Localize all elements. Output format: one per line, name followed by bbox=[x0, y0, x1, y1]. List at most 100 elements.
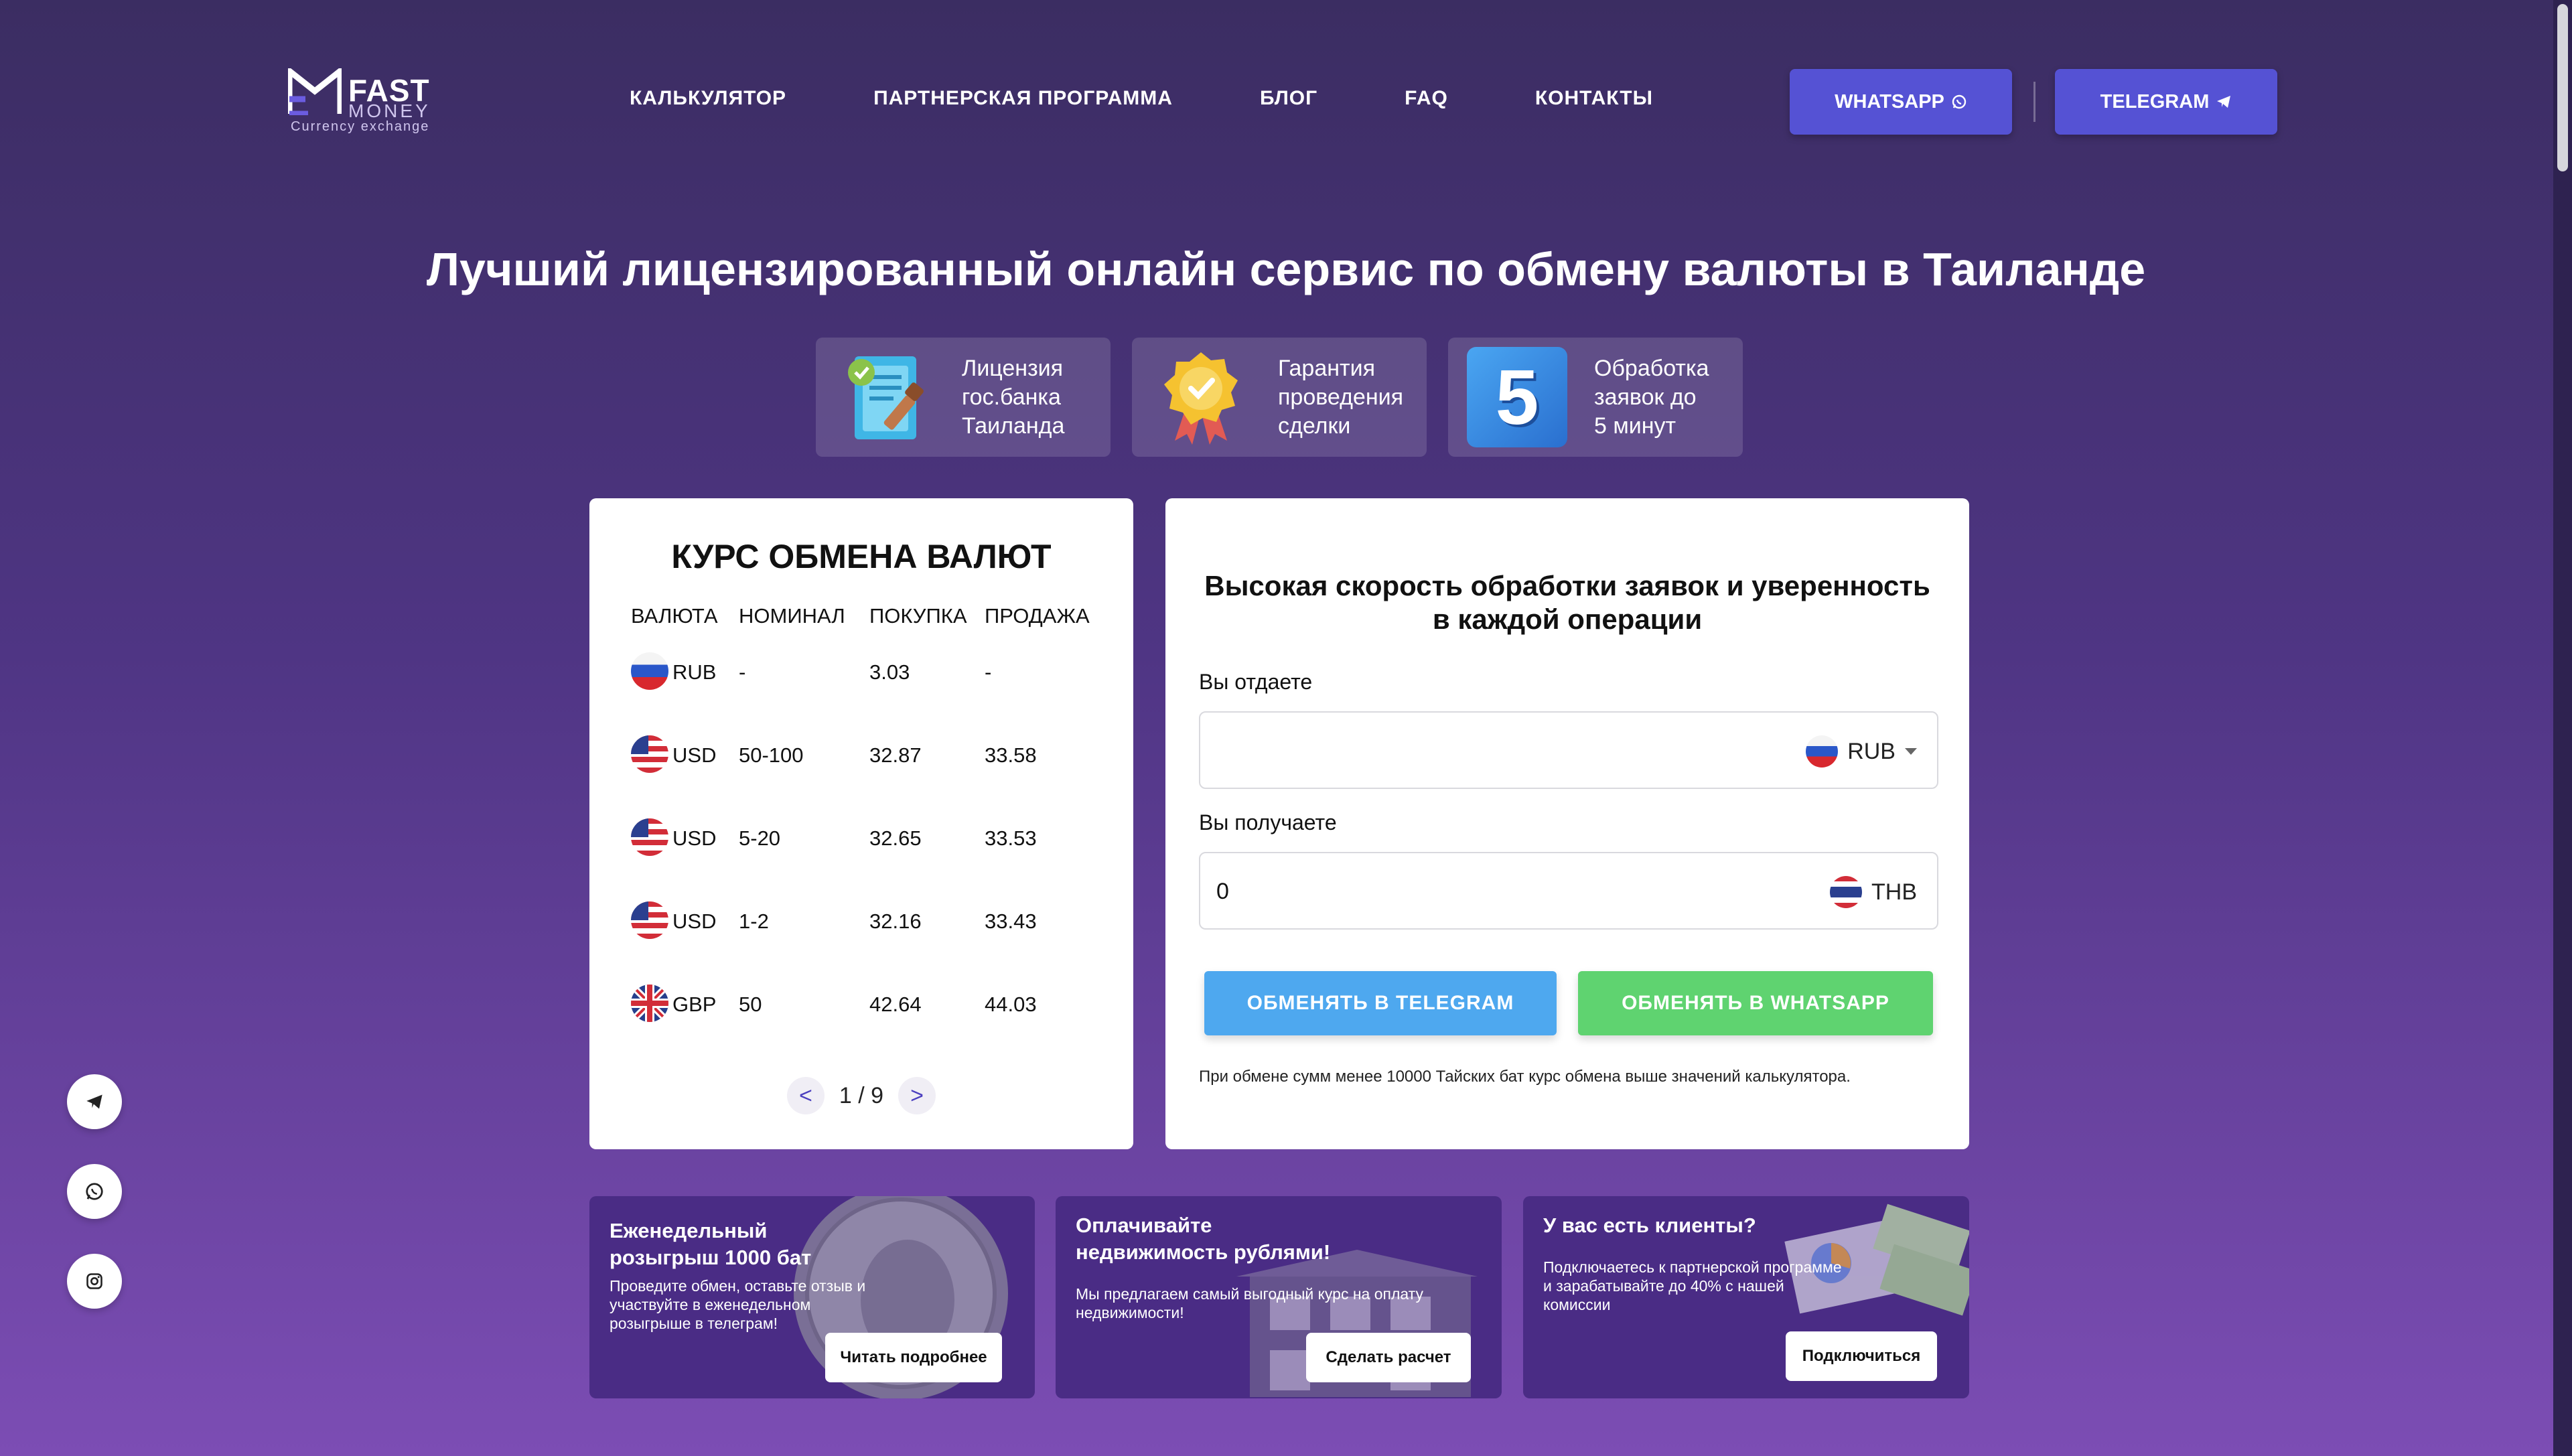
pager-prev-button[interactable]: < bbox=[786, 1077, 825, 1114]
rate-code: RUB bbox=[672, 660, 717, 684]
main-nav: КАЛЬКУЛЯТОР ПАРТНЕРСКАЯ ПРОГРАММА БЛОГ F… bbox=[630, 87, 1653, 110]
number-five-value: 5 bbox=[1495, 354, 1539, 441]
rates-table-header: ВАЛЮТА НОМИНАЛ ПОКУПКА ПРОДАЖА bbox=[589, 604, 1133, 631]
header-divider bbox=[2033, 82, 2035, 122]
telegram-icon bbox=[2217, 96, 2231, 108]
whatsapp-icon bbox=[1952, 94, 1967, 109]
header-currency: ВАЛЮТА bbox=[631, 604, 718, 628]
rate-row: GBP 50 42.64 44.03 bbox=[589, 980, 1133, 1027]
rate-buy: 42.64 bbox=[869, 993, 922, 1016]
feature-speed-text: Обработка заявок до 5 минут bbox=[1594, 354, 1709, 441]
promo-real-estate-title-line-2: недвижимость рублями! bbox=[1076, 1240, 1331, 1264]
feature-speed-line-2: заявок до bbox=[1594, 384, 1697, 410]
rate-buy: 32.16 bbox=[869, 909, 922, 933]
header-buy: ПОКУПКА bbox=[869, 604, 967, 628]
promo-weekly-text-line-1: Проведите обмен, оставьте отзыв и bbox=[610, 1277, 866, 1295]
nav-blog[interactable]: БЛОГ bbox=[1260, 87, 1317, 110]
nav-partner-program[interactable]: ПАРТНЕРСКАЯ ПРОГРАММА bbox=[873, 87, 1173, 110]
rate-sell: 33.43 bbox=[985, 909, 1037, 933]
exchange-telegram-button[interactable]: ОБМЕНЯТЬ В TELEGRAM bbox=[1204, 971, 1557, 1035]
rate-code: USD bbox=[672, 826, 717, 850]
brand-logo[interactable]: FAST MONEY Currency exchange bbox=[288, 66, 442, 139]
flag-us-icon bbox=[631, 818, 668, 856]
rate-nominal: 50 bbox=[739, 993, 762, 1016]
promo-partners-title: У вас есть клиенты? bbox=[1543, 1212, 1756, 1239]
telegram-icon bbox=[86, 1094, 102, 1109]
promo-real-estate-text-line-2: недвижимости! bbox=[1076, 1304, 1184, 1321]
feature-list: Лицензия гос.банка Таиланда Гарантия про… bbox=[816, 338, 1743, 457]
promo-partners-text-line-3: комиссии bbox=[1543, 1296, 1611, 1313]
feature-guarantee-line-2: проведения bbox=[1278, 384, 1403, 410]
rate-sell: - bbox=[985, 660, 992, 684]
header-whatsapp-button[interactable]: WHATSAPP bbox=[1790, 69, 2012, 135]
promo-partners-button[interactable]: Подключиться bbox=[1786, 1331, 1937, 1381]
rates-title: КУРС ОБМЕНА ВАЛЮТ bbox=[671, 538, 1052, 575]
header-sell: ПРОДАЖА bbox=[985, 604, 1090, 628]
promo-weekly-text-line-2: участвуйте в еженедельном bbox=[610, 1296, 811, 1313]
header-telegram-button[interactable]: TELEGRAM bbox=[2055, 69, 2277, 135]
feature-license-line-1: Лицензия bbox=[962, 355, 1064, 381]
exchange-whatsapp-button[interactable]: ОБМЕНЯТЬ В WHATSAPP bbox=[1578, 971, 1933, 1035]
rates-pagination: < 1 / 9 > bbox=[589, 1077, 1133, 1114]
calculator-title: Высокая скорость обработки заявок и увер… bbox=[1204, 570, 1930, 635]
whatsapp-icon bbox=[86, 1183, 103, 1200]
instagram-icon bbox=[86, 1273, 102, 1289]
feature-license-text: Лицензия гос.банка Таиланда bbox=[962, 354, 1064, 441]
nav-calculator[interactable]: КАЛЬКУЛЯТОР bbox=[630, 87, 786, 110]
promo-real-estate-button[interactable]: Сделать расчет bbox=[1306, 1333, 1471, 1382]
scrollbar-thumb[interactable] bbox=[2557, 4, 2568, 171]
get-amount-value: 0 bbox=[1216, 879, 1229, 904]
promo-real-estate-text: Мы предлагаем самый выгодный курс на опл… bbox=[1076, 1285, 1423, 1322]
give-amount-input[interactable]: RUB bbox=[1199, 711, 1938, 789]
feature-speed: 5 Обработка заявок до 5 минут bbox=[1448, 338, 1743, 457]
number-five-icon: 5 bbox=[1467, 347, 1567, 447]
feature-guarantee-line-3: сделки bbox=[1278, 413, 1351, 439]
rate-sell: 33.53 bbox=[985, 826, 1037, 850]
feature-guarantee: Гарантия проведения сделки bbox=[1132, 338, 1427, 457]
brand-tagline: Currency exchange bbox=[291, 119, 430, 134]
rate-code: USD bbox=[672, 909, 717, 933]
side-telegram-button[interactable] bbox=[67, 1074, 122, 1129]
give-currency-code: RUB bbox=[1847, 738, 1896, 764]
nav-faq[interactable]: FAQ bbox=[1405, 87, 1448, 110]
promo-partners-text-line-1: Подключаетесь к партнерской программе bbox=[1543, 1258, 1842, 1276]
promo-weekly-text: Проведите обмен, оставьте отзыв и участв… bbox=[610, 1277, 865, 1333]
feature-license-line-2: гос.банка bbox=[962, 384, 1061, 410]
calculator-note: При обмене сумм менее 10000 Тайских бат … bbox=[1199, 1068, 1851, 1086]
rate-code: GBP bbox=[672, 993, 717, 1016]
side-whatsapp-button[interactable] bbox=[67, 1164, 122, 1219]
promo-weekly-button[interactable]: Читать подробнее bbox=[825, 1333, 1002, 1382]
pager-next-button[interactable]: > bbox=[898, 1077, 936, 1114]
rate-row: RUB - 3.03 - bbox=[589, 648, 1133, 695]
promo-weekly-title: Еженедельный розыгрыш 1000 бат bbox=[610, 1218, 811, 1271]
promo-real-estate: Оплачивайте недвижимость рублями! Мы пре… bbox=[1056, 1196, 1502, 1398]
promo-weekly-title-line-1: Еженедельный bbox=[610, 1219, 768, 1242]
header-telegram-label: TELEGRAM bbox=[2100, 90, 2210, 113]
give-currency-select[interactable]: RUB bbox=[1806, 735, 1917, 768]
nav-contacts[interactable]: КОНТАКТЫ bbox=[1535, 87, 1653, 110]
flag-us-icon bbox=[631, 735, 668, 773]
flag-th-icon bbox=[1830, 876, 1862, 908]
feature-guarantee-line-1: Гарантия bbox=[1278, 355, 1375, 381]
rate-row: USD 5-20 32.65 33.53 bbox=[589, 814, 1133, 861]
get-amount-input[interactable]: 0 THB bbox=[1199, 852, 1938, 930]
promo-real-estate-text-line-1: Мы предлагаем самый выгодный курс на опл… bbox=[1076, 1285, 1423, 1303]
feature-guarantee-text: Гарантия проведения сделки bbox=[1278, 354, 1403, 441]
promo-partners-text-line-2: и зарабатывайте до 40% с нашей bbox=[1543, 1277, 1784, 1295]
rate-nominal: - bbox=[739, 660, 746, 684]
side-instagram-button[interactable] bbox=[67, 1254, 122, 1309]
feature-license: Лицензия гос.банка Таиланда bbox=[816, 338, 1111, 457]
page-scrollbar[interactable] bbox=[2553, 0, 2572, 1456]
header-nominal: НОМИНАЛ bbox=[739, 604, 845, 628]
logo-mark-icon bbox=[288, 68, 342, 115]
guarantee-medal-icon bbox=[1164, 352, 1238, 445]
rate-row: USD 1-2 32.16 33.43 bbox=[589, 897, 1133, 944]
rate-buy: 3.03 bbox=[869, 660, 910, 684]
promo-weekly-title-line-2: розыгрыш 1000 бат bbox=[610, 1246, 812, 1269]
header-whatsapp-label: WHATSAPP bbox=[1835, 90, 1944, 113]
rate-code: USD bbox=[672, 743, 717, 767]
flag-ru-icon bbox=[1806, 735, 1839, 768]
promo-weekly-draw: Еженедельный розыгрыш 1000 бат Проведите… bbox=[589, 1196, 1035, 1398]
promo-partners-text: Подключаетесь к партнерской программе и … bbox=[1543, 1258, 1842, 1314]
feature-license-line-3: Таиланда bbox=[962, 413, 1065, 439]
